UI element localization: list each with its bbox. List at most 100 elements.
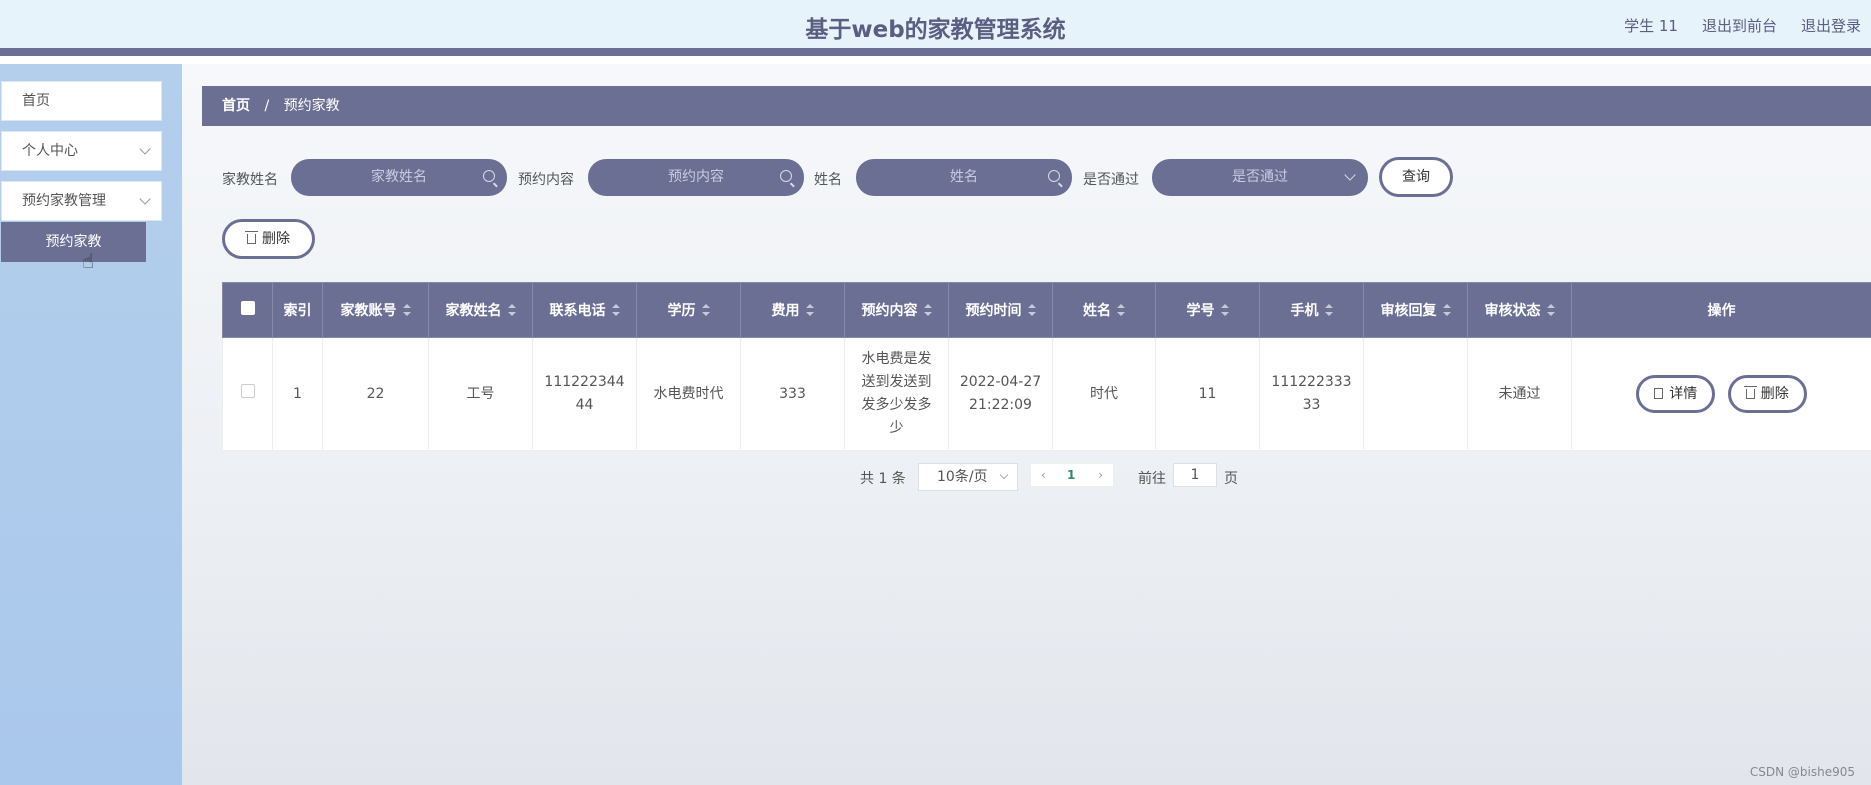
chevron-down-icon [999, 470, 1009, 480]
column-header-index: 索引 [272, 282, 323, 338]
column-header-reply[interactable]: 审核回复 [1363, 282, 1468, 338]
trash-icon [245, 231, 258, 244]
sidebar: 首页 个人中心 预约家教管理 预约家教 ☝ [0, 64, 182, 785]
document-icon [1654, 388, 1664, 399]
breadcrumb-current: 预约家教 [283, 98, 340, 114]
chevron-down-icon [1344, 169, 1356, 181]
row-delete-button[interactable]: 删除 [1727, 375, 1807, 413]
back-to-front-link[interactable]: 退出到前台 [1702, 15, 1777, 36]
column-header-tutor-account[interactable]: 家教账号 [322, 282, 429, 338]
main-content: 首页 / 预约家教 家教姓名 家教姓名 预约内容 预约内容 姓名 姓名 是否通过… [182, 64, 1871, 785]
next-page-button[interactable]: › [1098, 468, 1103, 482]
sidebar-item-label: 首页 [22, 93, 50, 109]
passed-select[interactable]: 是否通过 [1152, 159, 1368, 196]
sort-icon[interactable] [1220, 304, 1229, 316]
booking-table: 索引 家教账号 家教姓名 联系电话 学历 费用 预约内容 预约时间 姓名 学号 … [222, 282, 1871, 451]
row-select-cell[interactable] [222, 337, 273, 451]
pagination-total: 共 1 条 [860, 471, 906, 487]
tutor-name-placeholder: 家教姓名 [371, 169, 427, 185]
chevron-down-icon [139, 193, 151, 205]
trash-icon [1743, 386, 1757, 399]
select-all-checkbox[interactable] [240, 301, 255, 315]
sidebar-item-label: 预约家教管理 [22, 193, 106, 209]
column-header-mobile[interactable]: 手机 [1259, 282, 1364, 338]
column-header-content[interactable]: 预约内容 [844, 282, 949, 338]
query-button[interactable]: 查询 [1379, 157, 1453, 197]
cell-status: 未通过 [1467, 337, 1572, 451]
name-label: 姓名 [814, 172, 842, 188]
sort-icon[interactable] [402, 304, 411, 316]
search-icon [780, 170, 792, 182]
select-all-header[interactable] [222, 282, 273, 338]
app-title: 基于web的家教管理系统 [805, 17, 1066, 43]
column-header-phone[interactable]: 联系电话 [532, 282, 637, 338]
sort-icon[interactable] [1324, 304, 1333, 316]
passed-placeholder: 是否通过 [1232, 169, 1288, 185]
page-number-button[interactable]: 1 [1067, 468, 1075, 482]
goto-page-input[interactable]: 1 [1173, 463, 1217, 487]
column-header-student-id[interactable]: 学号 [1155, 282, 1260, 338]
sort-icon[interactable] [1442, 304, 1451, 316]
content-input[interactable]: 预约内容 [588, 159, 804, 196]
content-label: 预约内容 [518, 172, 574, 188]
cell-phone: 111222344 44 [532, 337, 637, 451]
search-form: 家教姓名 家教姓名 预约内容 预约内容 姓名 姓名 是否通过 是否通过 查询 [222, 157, 1622, 197]
search-icon [483, 170, 495, 182]
breadcrumb-home[interactable]: 首页 [222, 98, 250, 114]
goto-label: 前往 [1138, 471, 1166, 487]
column-header-tutor-name[interactable]: 家教姓名 [428, 282, 533, 338]
sidebar-item-label: 个人中心 [22, 143, 78, 159]
name-placeholder: 姓名 [950, 169, 978, 185]
cell-name: 时代 [1052, 337, 1156, 451]
sort-icon[interactable] [1027, 304, 1036, 316]
column-header-education[interactable]: 学历 [636, 282, 741, 338]
breadcrumb: 首页 / 预约家教 [202, 86, 1871, 126]
sort-icon[interactable] [1546, 304, 1555, 316]
sidebar-item-home[interactable]: 首页 [1, 81, 162, 121]
passed-label: 是否通过 [1083, 172, 1139, 188]
detail-button[interactable]: 详情 [1636, 375, 1716, 413]
column-header-status[interactable]: 审核状态 [1467, 282, 1572, 338]
page-buttons: ‹ 1 › [1030, 463, 1114, 487]
sort-icon[interactable] [805, 304, 814, 316]
logout-link[interactable]: 退出登录 [1801, 15, 1861, 36]
search-icon [1048, 170, 1060, 182]
sort-icon[interactable] [611, 304, 620, 316]
page-size-select[interactable]: 10条/页 [918, 463, 1018, 491]
cell-tutor-account: 22 [322, 337, 429, 451]
sidebar-subitem-booking[interactable]: 预约家教 [1, 222, 146, 262]
cell-mobile: 111222333 33 [1259, 337, 1364, 451]
current-user-link[interactable]: 学生 11 [1624, 15, 1678, 36]
batch-delete-button[interactable]: 删除 [222, 219, 315, 259]
column-header-time[interactable]: 预约时间 [948, 282, 1053, 338]
tutor-name-input[interactable]: 家教姓名 [291, 159, 507, 196]
query-button-label: 查询 [1402, 169, 1430, 185]
tutor-name-label: 家教姓名 [222, 172, 278, 188]
header-nav: 学生 11 退出到前台 退出登录 [1624, 15, 1861, 36]
sort-icon[interactable] [701, 304, 710, 316]
column-header-name[interactable]: 姓名 [1052, 282, 1156, 338]
cell-education: 水电费时代 [636, 337, 741, 451]
breadcrumb-separator: / [264, 98, 270, 114]
name-input[interactable]: 姓名 [856, 159, 1072, 196]
sort-icon[interactable] [923, 304, 932, 316]
chevron-down-icon [139, 143, 151, 155]
sort-icon[interactable] [507, 304, 516, 316]
batch-delete-label: 删除 [262, 231, 290, 247]
sidebar-item-booking-management[interactable]: 预约家教管理 [1, 181, 162, 221]
table-row: 1 22 工号 111222344 44 水电费时代 333 水电费是发 送到发… [222, 337, 1871, 451]
cell-time: 2022-04-27 21:22:09 [948, 337, 1053, 451]
cell-student-id: 11 [1155, 337, 1260, 451]
sort-icon[interactable] [1117, 304, 1125, 316]
sidebar-item-personal-center[interactable]: 个人中心 [1, 131, 162, 171]
page-word: 页 [1224, 471, 1238, 487]
watermark: CSDN @bishe905 [1749, 765, 1855, 779]
row-checkbox[interactable] [240, 383, 255, 398]
column-header-fee[interactable]: 费用 [740, 282, 845, 338]
cell-tutor-name: 工号 [428, 337, 533, 451]
cell-actions: 详情 删除 [1571, 337, 1871, 451]
prev-page-button[interactable]: ‹ [1041, 468, 1046, 482]
column-header-actions: 操作 [1571, 282, 1871, 338]
hand-cursor-icon: ☝ [82, 249, 95, 273]
cell-content: 水电费是发 送到发送到 发多少发多 少 [844, 337, 949, 451]
